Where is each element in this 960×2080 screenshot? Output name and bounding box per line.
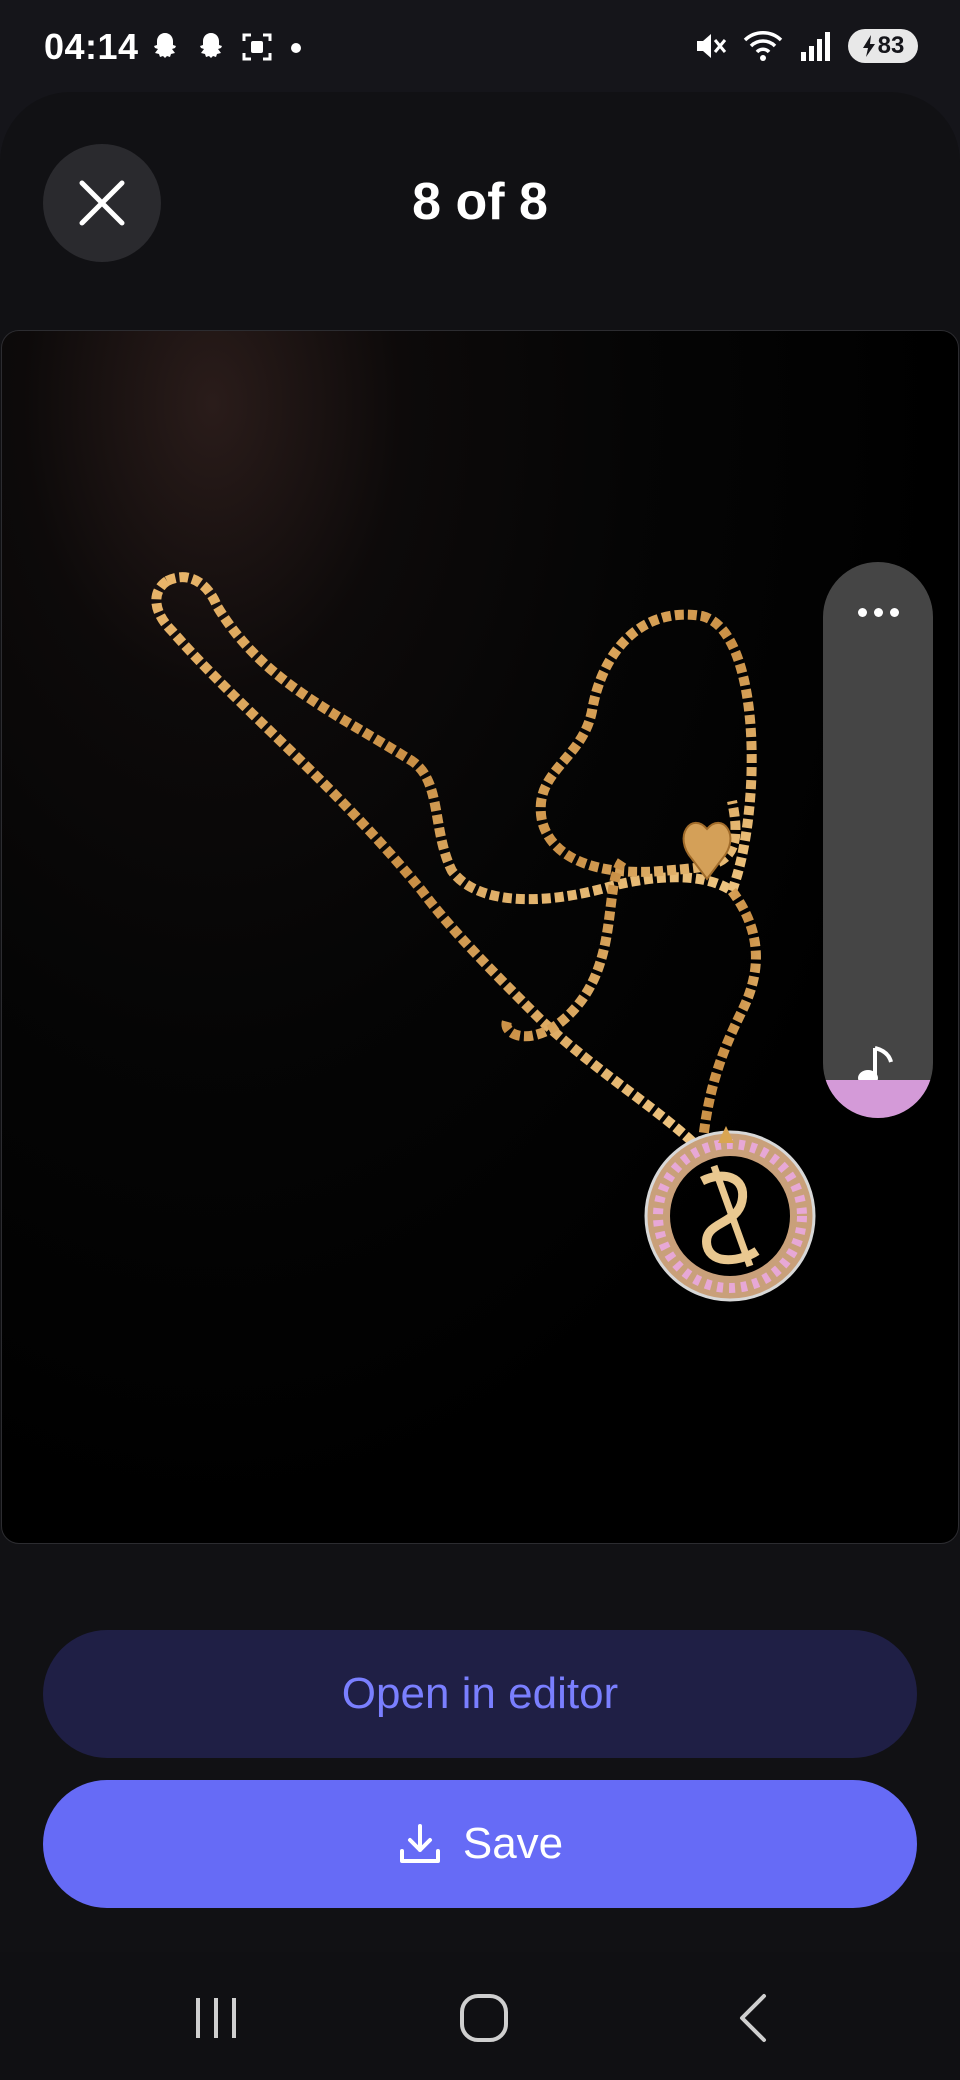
recent-apps-icon[interactable] xyxy=(186,1990,246,2046)
charging-icon xyxy=(862,35,875,57)
page-counter: 8 of 8 xyxy=(412,173,548,231)
screenshot-icon xyxy=(242,33,272,61)
navigation-bar xyxy=(0,1952,960,2080)
mute-icon xyxy=(697,34,727,58)
snapchat-icon xyxy=(200,33,222,58)
system-icons: 83 xyxy=(692,28,918,64)
side-panel xyxy=(823,562,933,1118)
battery-indicator: 83 xyxy=(848,29,918,63)
back-icon[interactable] xyxy=(724,1990,784,2046)
home-icon[interactable] xyxy=(454,1990,514,2046)
status-time: 04:14 xyxy=(44,26,139,67)
open-in-editor-label: Open in editor xyxy=(341,1669,619,1718)
signal-icon xyxy=(801,32,830,61)
more-options-button[interactable] xyxy=(823,592,933,632)
status-bar: 04:14 83 xyxy=(0,0,960,92)
volume-level xyxy=(823,1080,933,1118)
dot-icon xyxy=(291,43,301,53)
save-button[interactable]: Save xyxy=(43,1780,917,1908)
close-icon xyxy=(79,180,125,226)
preview-image xyxy=(1,330,959,1544)
save-label: Save xyxy=(462,1819,564,1868)
close-button[interactable] xyxy=(43,144,161,262)
snapchat-icon xyxy=(154,33,176,58)
battery-level: 83 xyxy=(877,32,905,59)
notification-icons xyxy=(148,30,306,64)
open-in-editor-button[interactable]: Open in editor xyxy=(43,1630,917,1758)
wifi-icon xyxy=(743,31,783,61)
more-dot xyxy=(873,607,883,617)
download-icon xyxy=(399,1824,440,1863)
more-dot xyxy=(889,607,899,617)
necklace-image xyxy=(151,572,816,1302)
more-horizontal-icon xyxy=(857,607,867,617)
